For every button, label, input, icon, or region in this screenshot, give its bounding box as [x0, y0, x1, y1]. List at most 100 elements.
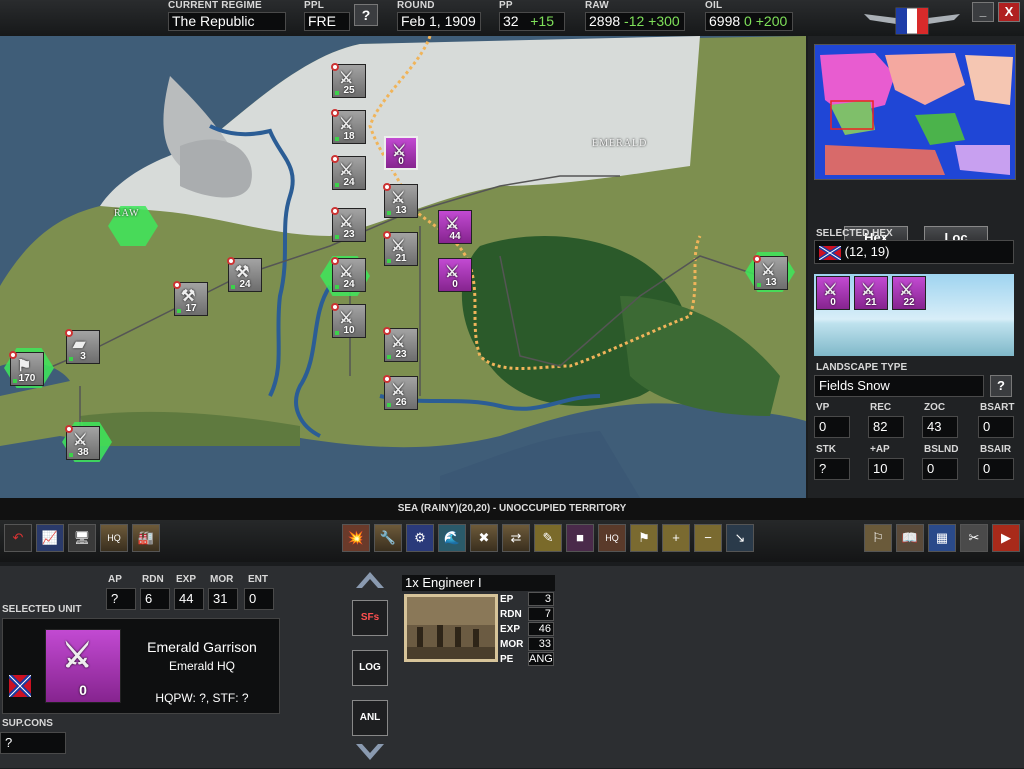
- research-button[interactable]: ▦: [928, 524, 956, 552]
- undo-button[interactable]: ↶: [4, 524, 32, 552]
- zoom-out-button[interactable]: −: [694, 524, 722, 552]
- selected-unit-strength: 0: [79, 682, 87, 698]
- zoom-in-button[interactable]: +: [662, 524, 690, 552]
- exchange-button[interactable]: ⇄: [502, 524, 530, 552]
- map-unit[interactable]: ⚑ 170: [9, 351, 44, 386]
- selected-unit-card[interactable]: ⚔ 0 Emerald Garrison Emerald HQ HQPW: ?,…: [2, 618, 280, 714]
- sub-unit-row-label: RDN: [500, 609, 522, 620]
- sub-unit-photo[interactable]: [404, 594, 498, 662]
- unit-field-label: ENT: [248, 574, 268, 585]
- unit-pip: [335, 285, 339, 289]
- scroll-down-arrows-icon[interactable]: [352, 742, 388, 764]
- map-unit[interactable]: ⚔ 24: [331, 257, 366, 292]
- log-button[interactable]: LOG: [352, 650, 388, 686]
- naval-button[interactable]: 🌊: [438, 524, 466, 552]
- map-unit[interactable]: ⚔ 26: [383, 375, 418, 410]
- factory-button[interactable]: 🏭: [132, 524, 160, 552]
- stop-button[interactable]: ■: [566, 524, 594, 552]
- map-unit[interactable]: ⚒ 17: [173, 281, 208, 316]
- hq-assign-button[interactable]: HQ: [598, 524, 626, 552]
- unit-nation-marker: [383, 327, 391, 335]
- map-unit[interactable]: ⚔ 23: [331, 207, 366, 242]
- edit-button[interactable]: ✎: [534, 524, 562, 552]
- map-unit[interactable]: ⚔ 18: [331, 109, 366, 144]
- tools-button[interactable]: ✂: [960, 524, 988, 552]
- map-unit[interactable]: ⚔ 38: [65, 425, 100, 460]
- oil-value: 6998: [709, 13, 741, 29]
- map-unit[interactable]: ⚔ 10: [331, 303, 366, 338]
- hex-unit[interactable]: ⚔ 0: [816, 276, 850, 310]
- map-unit[interactable]: ⚔ 21: [383, 231, 418, 266]
- pp-value-box: 32 +15: [499, 12, 565, 31]
- anl-button[interactable]: ANL: [352, 700, 388, 736]
- hex-unit[interactable]: ⚔ 22: [892, 276, 926, 310]
- gear-button[interactable]: ⚙: [406, 524, 434, 552]
- stat-label: ZOC: [924, 402, 946, 413]
- hq-button[interactable]: HQ: [100, 524, 128, 552]
- unit-nation-marker: [65, 425, 73, 433]
- map-unit[interactable]: ▰ 3: [65, 329, 100, 364]
- hex-unit[interactable]: ⚔ 21: [854, 276, 888, 310]
- unit-pip: [387, 403, 391, 407]
- landscape-help-button[interactable]: ?: [990, 375, 1012, 397]
- selected-unit-label: SELECTED UNIT: [2, 604, 82, 615]
- close-button[interactable]: X: [998, 2, 1020, 22]
- sub-unit-row: MOR 33: [500, 637, 556, 652]
- sub-unit-row-value: 46: [528, 622, 554, 636]
- unit-strength: 44: [449, 231, 461, 242]
- unit-hqpw: HQPW: ?, STF: ?: [155, 691, 249, 705]
- stat-label: REC: [870, 402, 892, 413]
- surrender-flag-button[interactable]: ⚐: [864, 524, 892, 552]
- unit-hq: Emerald HQ: [168, 659, 236, 673]
- minimap[interactable]: [814, 44, 1016, 180]
- sub-unit-row-label: EP: [500, 594, 514, 605]
- round: ROUND Feb 1, 1909: [397, 0, 481, 31]
- minimize-button[interactable]: _: [972, 2, 994, 22]
- map-unit[interactable]: ⚔ 25: [331, 63, 366, 98]
- sub-unit-row-value: 3: [528, 592, 554, 606]
- flag-button[interactable]: ⚑: [630, 524, 658, 552]
- help-button[interactable]: ?: [354, 4, 378, 26]
- raw-value-box: 2898 -12 +300: [585, 12, 685, 31]
- city-label[interactable]: EMERALD: [592, 138, 647, 149]
- stat-label: BSAIR: [980, 444, 1012, 455]
- sub-unit-row: EP 3: [500, 592, 556, 607]
- supcons-value: ?: [0, 732, 66, 754]
- map-terrain: [0, 36, 806, 498]
- landscape-label: LANDSCAPE TYPE: [816, 362, 908, 373]
- sfs-button[interactable]: SFs: [352, 600, 388, 636]
- unit-field-label: RDN: [142, 574, 164, 585]
- hex-map[interactable]: RAW EMERALD ⚔ 25 ⚔ 18 ⚔ 24 ⚔ 23 ⚔ 24 ⚔ 10 ⚔ 13 …: [0, 36, 806, 498]
- computer-button[interactable]: 🖥: [68, 524, 96, 552]
- map-unit[interactable]: ⚔ 44: [438, 210, 472, 244]
- round-value: Feb 1, 1909: [397, 12, 481, 31]
- landscape-field: Fields Snow: [814, 375, 984, 397]
- oil-label: OIL: [705, 0, 723, 11]
- map-unit[interactable]: ⚔ 24: [331, 155, 366, 190]
- unit-field-label: MOR: [210, 574, 234, 585]
- cancel-move-button[interactable]: ✖: [470, 524, 498, 552]
- map-unit[interactable]: ⚔ 13: [383, 183, 418, 218]
- current-regime: CURRENT REGIME The Republic: [168, 0, 286, 31]
- ppl-value: FRE: [304, 12, 350, 31]
- attack-button[interactable]: 💥: [342, 524, 370, 552]
- top-resource-bar: CURRENT REGIME The Republic PPL FRE ? RO…: [0, 0, 1024, 36]
- stat-value: 10: [868, 458, 904, 480]
- map-unit[interactable]: ⚔ 0: [438, 258, 472, 292]
- selected-unit-counter: ⚔ 0: [45, 629, 121, 703]
- end-turn-button[interactable]: ▶: [992, 524, 1020, 552]
- scroll-up-arrows-icon[interactable]: [352, 568, 388, 590]
- map-unit[interactable]: ⚔ 23: [383, 327, 418, 362]
- cursor-button[interactable]: ↘: [726, 524, 754, 552]
- map-unit-selected[interactable]: ⚔ 0: [384, 136, 418, 170]
- unit-pip: [757, 283, 761, 287]
- book-button[interactable]: 📖: [896, 524, 924, 552]
- map-unit[interactable]: ⚒ 24: [227, 257, 262, 292]
- flag-cross: [819, 245, 841, 260]
- chart-button[interactable]: 📈: [36, 524, 64, 552]
- pp-label: PP: [499, 0, 513, 11]
- artillery-button[interactable]: 🔧: [374, 524, 402, 552]
- map-unit[interactable]: ⚔ 13: [753, 255, 788, 290]
- unit-field-value: ?: [106, 588, 136, 610]
- city-label[interactable]: RAW: [114, 208, 140, 219]
